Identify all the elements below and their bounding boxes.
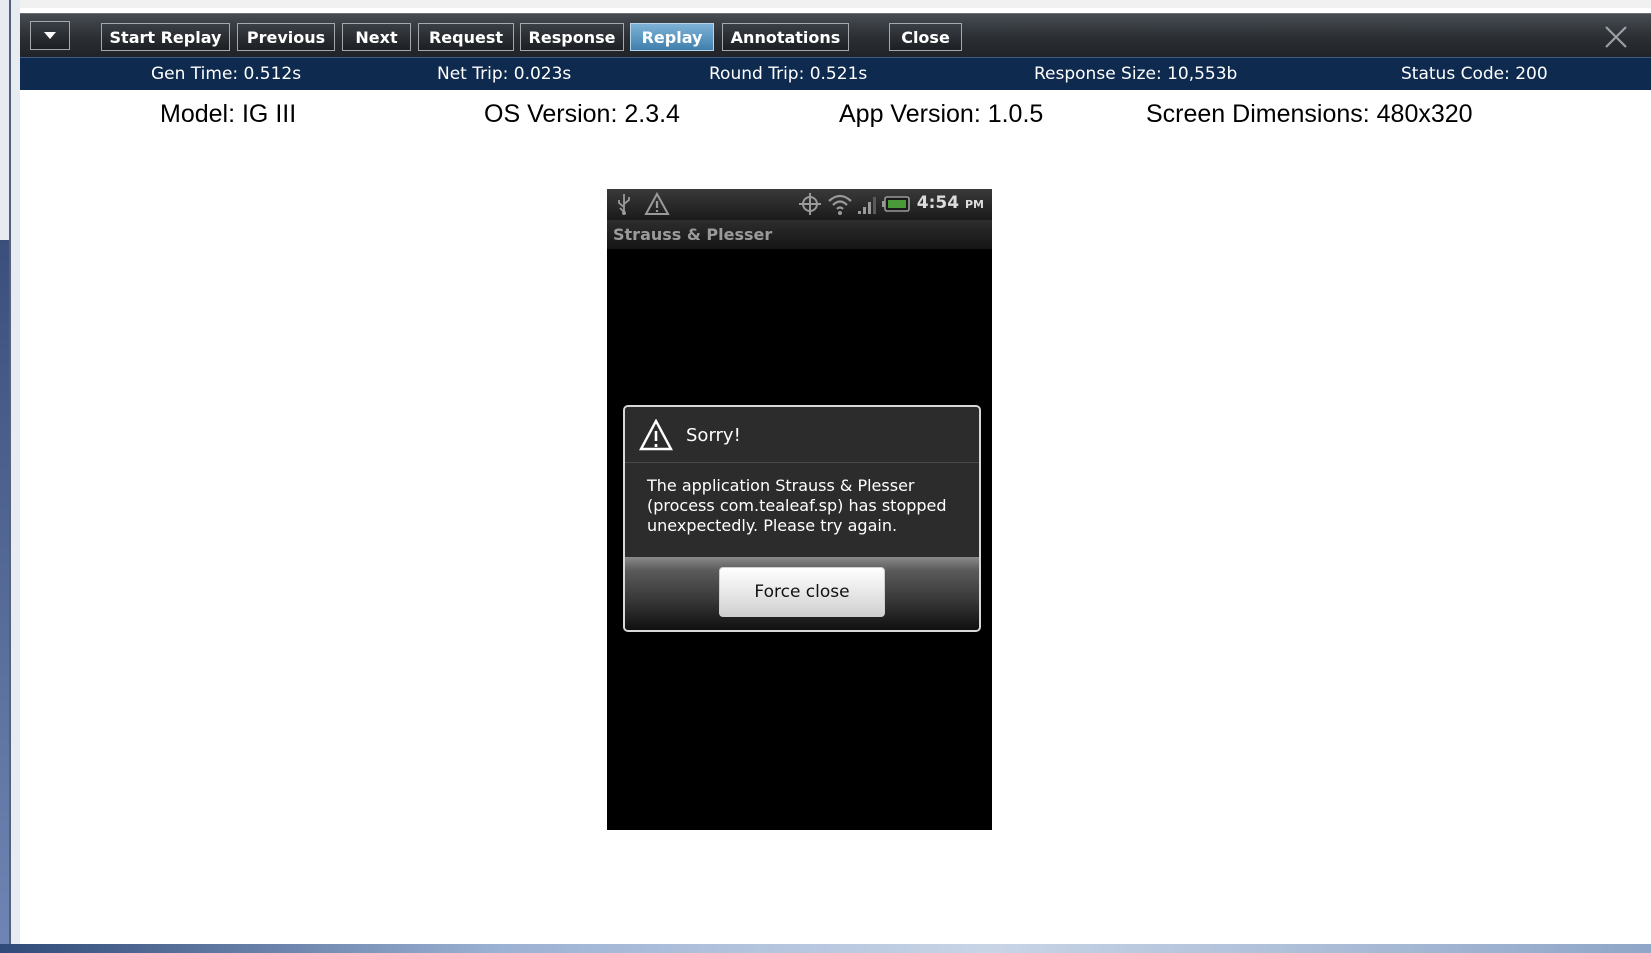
taskbar-edge	[0, 944, 1651, 953]
battery-icon	[882, 196, 910, 212]
net-trip: Net Trip: 0.023s	[437, 64, 572, 84]
gen-time: Gen Time: 0.512s	[151, 64, 302, 84]
gps-icon	[799, 193, 821, 215]
force-close-button[interactable]: Force close	[719, 567, 885, 617]
response-button[interactable]: Response	[520, 23, 624, 51]
window-top-edge	[0, 0, 1651, 8]
dialog-message: The application Strauss & Plesser (proce…	[647, 476, 947, 535]
status-bar-clock: 4:54 PM	[917, 193, 984, 213]
performance-metrics-bar: Gen Time: 0.512s Net Trip: 0.023s Round …	[20, 57, 1651, 90]
screen-dimensions: Screen Dimensions: 480x320	[1146, 100, 1473, 128]
previous-button[interactable]: Previous	[237, 23, 335, 51]
force-close-dialog: Sorry! The application Strauss & Plesser…	[623, 405, 981, 632]
background-window-strip	[0, 240, 9, 953]
warning-icon	[644, 192, 670, 215]
round-trip: Round Trip: 0.521s	[709, 64, 868, 84]
app-title-bar: Strauss & Plesser	[607, 220, 992, 249]
annotations-button[interactable]: Annotations	[722, 23, 849, 51]
request-button[interactable]: Request	[418, 23, 514, 51]
clock-ampm: PM	[964, 198, 984, 211]
menu-dropdown-button[interactable]	[30, 21, 70, 50]
window-left-edge	[0, 0, 20, 953]
replay-toolbar: Start Replay Previous Next Request Respo…	[20, 13, 1651, 57]
usb-icon	[618, 194, 630, 215]
status-code: Status Code: 200	[1401, 64, 1548, 84]
response-size: Response Size: 10,553b	[1034, 64, 1238, 84]
clock-time: 4:54	[916, 193, 960, 213]
window-border	[9, 0, 11, 953]
wifi-icon	[828, 194, 852, 215]
phone-screen: 4:54 PM Strauss & Plesser Sorry! The app…	[607, 189, 992, 830]
app-title: Strauss & Plesser	[613, 225, 773, 244]
os-version: OS Version: 2.3.4	[484, 100, 680, 128]
dialog-title: Sorry!	[686, 425, 741, 446]
dialog-button-bar: Force close	[625, 557, 979, 630]
start-replay-button[interactable]: Start Replay	[101, 23, 230, 51]
dialog-header: Sorry!	[625, 407, 979, 463]
chevron-down-icon	[44, 32, 56, 39]
next-button[interactable]: Next	[342, 23, 411, 51]
warning-icon	[639, 419, 673, 451]
signal-icon	[858, 197, 876, 214]
replay-button[interactable]: Replay	[630, 23, 714, 51]
device-model: Model: IG III	[160, 100, 297, 128]
app-version: App Version: 1.0.5	[839, 100, 1044, 128]
close-button[interactable]: Close	[889, 23, 962, 51]
phone-status-bar: 4:54 PM	[607, 189, 992, 220]
close-icon[interactable]	[1603, 24, 1629, 50]
